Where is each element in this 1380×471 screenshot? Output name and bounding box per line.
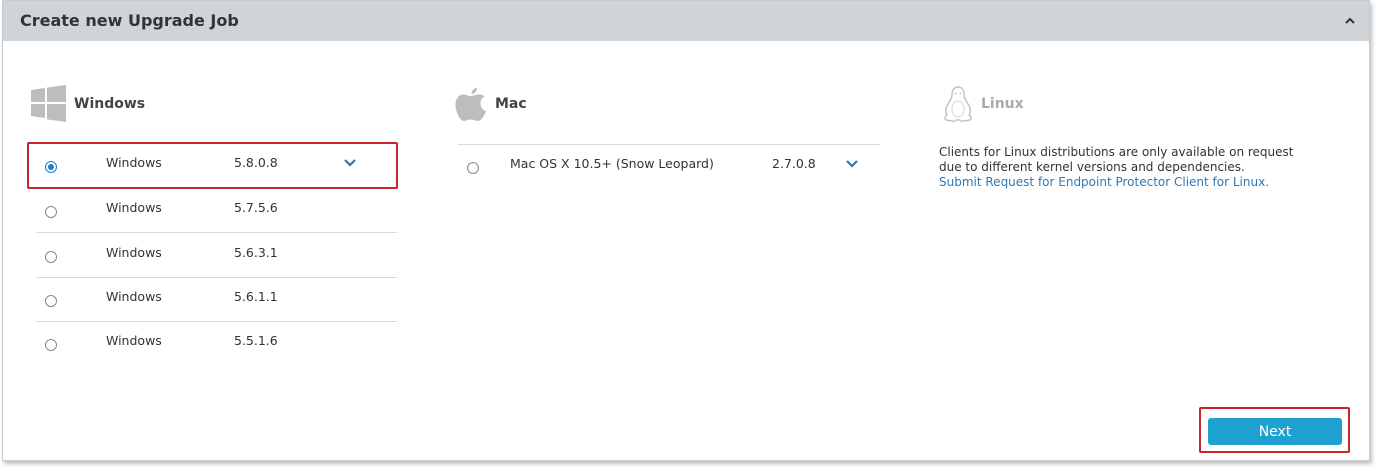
linux-section-header: Linux [943, 85, 1024, 123]
linux-request-link[interactable]: Submit Request for Endpoint Protector Cl… [939, 175, 1269, 189]
apple-logo-icon [455, 88, 486, 121]
next-button[interactable]: Next [1208, 418, 1342, 445]
linux-info: Clients for Linux distributions are only… [939, 145, 1319, 190]
version-number: 2.7.0.8 [772, 156, 816, 171]
version-number: 5.7.5.6 [234, 200, 278, 215]
version-radio[interactable] [45, 206, 57, 218]
windows-row-5631[interactable]: Windows 5.6.3.1 [36, 234, 397, 278]
windows-section-header: Windows [31, 85, 145, 122]
chevron-down-icon[interactable] [845, 159, 859, 169]
upgrade-job-panel: Create new Upgrade Job Windows Windows 5… [2, 0, 1370, 461]
mac-row-2708[interactable]: Mac OS X 10.5+ (Snow Leopard) 2.7.0.8 [458, 145, 880, 189]
windows-logo-icon [31, 85, 66, 122]
page-title: Create new Upgrade Job [20, 11, 239, 30]
panel-header: Create new Upgrade Job [3, 1, 1369, 41]
windows-label: Windows [74, 95, 146, 112]
version-radio[interactable] [45, 251, 57, 263]
linux-label: Linux [981, 96, 1024, 112]
linux-penguin-icon [944, 86, 972, 123]
version-radio[interactable] [45, 339, 57, 351]
os-name: Windows [106, 245, 162, 260]
selected-row-highlight [27, 142, 398, 189]
linux-note-text: Clients for Linux distributions are only… [939, 145, 1294, 174]
windows-row-5756[interactable]: Windows 5.7.5.6 [36, 189, 397, 233]
windows-row-5516[interactable]: Windows 5.5.1.6 [36, 322, 397, 366]
version-radio[interactable] [45, 295, 57, 307]
chevron-up-icon[interactable] [1343, 14, 1357, 28]
windows-row-5611[interactable]: Windows 5.6.1.1 [36, 278, 397, 322]
mac-label: Mac [495, 96, 527, 112]
version-number: 5.6.3.1 [234, 245, 278, 260]
mac-section-header: Mac [455, 85, 527, 123]
version-number: 5.6.1.1 [234, 289, 278, 304]
os-name: Windows [106, 200, 162, 215]
os-name: Windows [106, 289, 162, 304]
os-name: Mac OS X 10.5+ (Snow Leopard) [510, 156, 714, 171]
os-name: Windows [106, 333, 162, 348]
version-radio[interactable] [467, 162, 479, 174]
version-number: 5.5.1.6 [234, 333, 278, 348]
